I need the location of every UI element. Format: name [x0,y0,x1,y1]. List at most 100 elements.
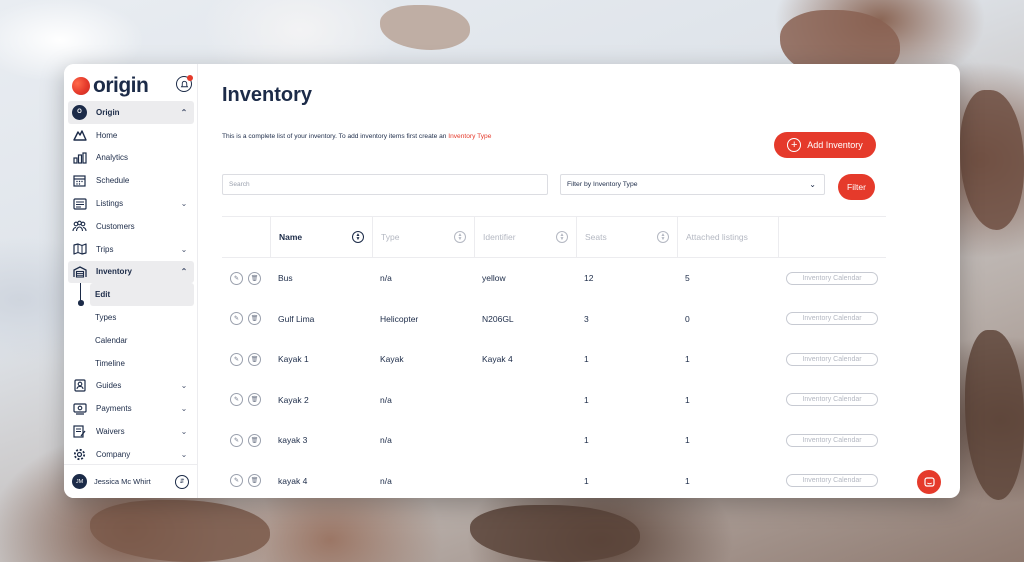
table-header-calendar [778,217,886,257]
cell-seats: 3 [584,313,589,324]
background-rock [960,90,1024,230]
sort-icon[interactable]: ▲ ▼ [454,231,466,243]
inventory-calendar-button[interactable]: Inventory Calendar [786,393,878,407]
sidebar-item-payments[interactable]: Payments ⌄ [68,397,194,420]
sidebar-item-label: Inventory [96,267,133,277]
cell-name[interactable]: kayak 3 [270,435,372,445]
edit-pencil-icon[interactable]: ✎ [230,474,243,488]
background-rock [380,5,470,50]
row-actions: ✎ 🗑 [222,271,270,285]
subnav-item-types[interactable]: Types [90,306,194,329]
chevron-up-icon: ⌃ [180,107,188,117]
inventory-calendar-button[interactable]: Inventory Calendar [786,352,878,366]
trash-icon[interactable]: 🗑 [248,312,261,326]
filter-button[interactable]: Filter [838,174,875,200]
sidebar-item-org[interactable]: O Origin ⌃ [68,101,194,124]
cell-attached-listings: 1 [685,435,690,446]
column-header-name[interactable]: Name ▲ ▼ [270,217,372,257]
people-icon [72,219,87,234]
edit-pencil-icon[interactable]: ✎ [230,312,243,326]
inventory-type-link[interactable]: Inventory Type [448,133,491,140]
chevron-up-icon: ⌃ [180,267,188,277]
notifications-button[interactable] [176,75,193,92]
sidebar-item-label: Customers [96,221,135,231]
inventory-calendar-button[interactable]: Inventory Calendar [786,433,878,447]
inventory-table: Name ▲ ▼ Type ▲ ▼ Identifier ▲ ▼ Seats ▲ ▼ A… [222,216,886,498]
trash-icon[interactable]: 🗑 [248,433,261,447]
column-header-label: Attached listings [686,232,748,242]
subnav-item-edit[interactable]: Edit [90,283,194,307]
search-input[interactable]: Search [222,174,548,195]
sort-icon[interactable]: ▲ ▼ [556,231,568,243]
cell-name[interactable]: Kayak 2 [270,395,372,405]
chevron-down-icon: ⌄ [180,404,188,414]
row-actions: ✎ 🗑 [222,433,270,447]
column-header-type[interactable]: Type ▲ ▼ [372,217,474,257]
cell-name[interactable]: Kayak 1 [270,354,372,364]
payment-icon [72,401,87,416]
sidebar-item-analytics[interactable]: Analytics [68,147,194,170]
trash-icon[interactable]: 🗑 [248,393,261,407]
chevron-down-icon: ⌄ [180,381,188,391]
brand-logo[interactable]: origin [72,74,149,98]
chat-button[interactable] [917,470,941,494]
column-header-label: Seats [585,232,607,242]
cell-name[interactable]: kayak 4 [270,476,372,486]
document-icon [72,424,87,439]
cell-name[interactable]: Gulf Lima [270,314,372,324]
sidebar-item-company[interactable]: Company ⌄ [68,443,194,466]
cell-identifier: yellow [482,273,506,284]
edit-pencil-icon[interactable]: ✎ [230,393,243,407]
edit-pencil-icon[interactable]: ✎ [230,271,243,285]
filter-select-value: Filter by Inventory Type [567,181,638,188]
sidebar-item-listings[interactable]: Listings ⌄ [68,192,194,215]
user-menu-toggle-icon[interactable]: ⇵ [175,474,189,489]
inventory-type-filter-select[interactable]: Filter by Inventory Type ⌄ [560,174,825,195]
calendar-icon [72,173,87,188]
sidebar-item-inventory[interactable]: Inventory ⌃ [68,260,194,284]
inventory-subnav: Edit Types Calendar Timeline [68,283,194,374]
sidebar-item-waivers[interactable]: Waivers ⌄ [68,420,194,443]
row-actions: ✎ 🗑 [222,312,270,326]
sidebar-item-label: Payments [96,404,132,414]
cell-type: n/a [380,273,392,284]
subnav-item-calendar[interactable]: Calendar [90,329,194,352]
sidebar-item-home[interactable]: Home [68,124,194,147]
sidebar-item-label: Trips [96,244,114,254]
column-header-seats[interactable]: Seats ▲ ▼ [576,217,677,257]
inventory-calendar-button[interactable]: Inventory Calendar [786,271,878,285]
column-header-label: Identifier [483,232,516,242]
sidebar-item-label: Company [96,449,131,459]
inventory-calendar-button[interactable]: Inventory Calendar [786,312,878,326]
row-actions: ✎ 🗑 [222,393,270,407]
sort-icon[interactable]: ▲ ▼ [657,231,669,243]
add-inventory-button[interactable]: + Add Inventory [774,132,876,158]
inventory-calendar-button[interactable]: Inventory Calendar [786,474,878,488]
trash-icon[interactable]: 🗑 [248,474,261,488]
sidebar-item-trips[interactable]: Trips ⌄ [68,238,194,261]
id-card-icon [72,378,87,393]
user-account[interactable]: JM Jessica Mc Whirt ⇵ [64,464,198,498]
sidebar-item-schedule[interactable]: Schedule [68,169,194,192]
edit-pencil-icon[interactable]: ✎ [230,433,243,447]
cell-identifier: Kayak 4 [482,354,513,365]
subnav-item-timeline[interactable]: Timeline [90,352,194,375]
trash-icon[interactable]: 🗑 [248,352,261,366]
bell-icon [180,80,188,87]
map-icon [72,242,87,257]
sidebar-item-customers[interactable]: Customers [68,215,194,238]
edit-pencil-icon[interactable]: ✎ [230,352,243,366]
cell-name[interactable]: Bus [270,273,372,283]
column-header-identifier[interactable]: Identifier ▲ ▼ [474,217,576,257]
avatar: JM [72,474,87,489]
user-name: Jessica Mc Whirt [94,477,151,486]
sidebar: origin O Origin ⌃ Home Analytics Schedul… [64,64,198,498]
cell-seats: 1 [584,435,589,446]
sidebar-item-guides[interactable]: Guides ⌄ [68,375,194,398]
chevron-down-icon: ⌄ [180,449,188,459]
sort-icon[interactable]: ▲ ▼ [352,231,364,243]
trash-icon[interactable]: 🗑 [248,271,261,285]
sidebar-nav: O Origin ⌃ Home Analytics Schedule Listi… [68,101,194,466]
page-title: Inventory [222,84,313,106]
table-row: ✎ 🗑 kayak 3 n/a 1 1 Inventory Calendar [222,420,886,461]
